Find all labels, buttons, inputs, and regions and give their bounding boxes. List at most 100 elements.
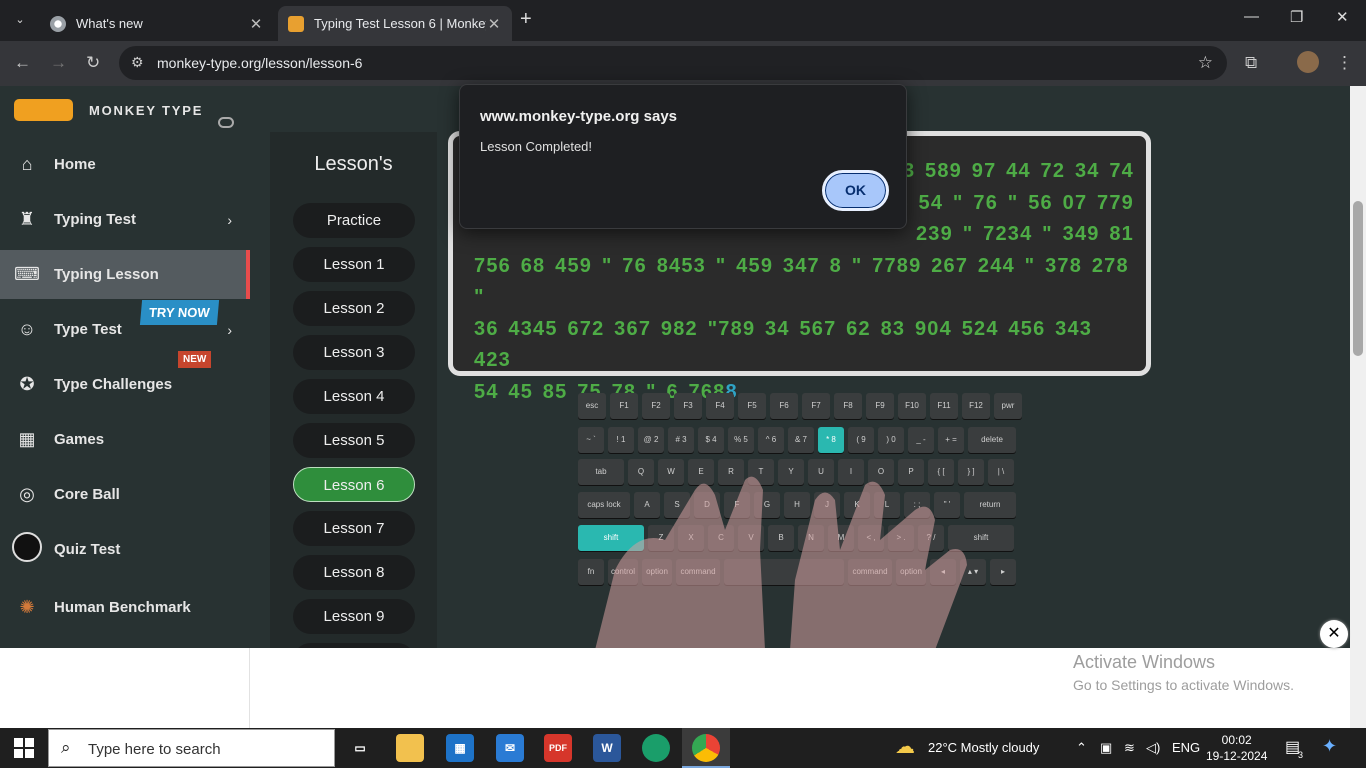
windows-start-icon[interactable] <box>14 738 34 758</box>
copilot-icon[interactable]: ✦ <box>1322 736 1337 757</box>
back-icon[interactable]: ← <box>14 53 31 73</box>
taskbar-search[interactable]: ⌕ Type here to search <box>48 729 335 767</box>
monkey-logo-icon[interactable] <box>14 99 73 121</box>
sidebar-item-core-ball[interactable]: ◎ Core Ball <box>0 470 250 519</box>
wifi-icon[interactable]: ≋ <box>1124 740 1135 756</box>
close-window-icon[interactable]: ✕ <box>1336 8 1349 26</box>
close-ad-icon[interactable]: ✕ <box>1320 620 1348 648</box>
tab-whats-new[interactable]: What's new ✕ <box>40 6 274 41</box>
browser-toolbar: ← → ↻ ⚙ monkey-type.org/lesson/lesson-6 … <box>0 41 1366 86</box>
page-scrollbar[interactable] <box>1350 86 1366 728</box>
sidebar-item-quiz-test[interactable]: Quiz Test <box>0 525 250 574</box>
tab-search-dropdown-icon[interactable]: ⌄ <box>8 8 32 32</box>
lesson-button-1[interactable]: Lesson 1 <box>293 247 415 282</box>
key-f3: F3 <box>674 393 702 419</box>
sidebar-item-human-benchmark[interactable]: ✺ Human Benchmark <box>0 583 250 632</box>
key-h: H <box>784 492 810 518</box>
key-i: I <box>838 459 864 485</box>
clock[interactable]: 00:02 19-12-2024 <box>1206 732 1267 764</box>
extensions-icon[interactable]: ⧉ <box>1245 53 1257 73</box>
site-info-icon[interactable]: ⚙ <box>131 54 144 71</box>
key-0: ) 0 <box>878 427 904 453</box>
microsoft-store-icon[interactable]: ▦ <box>446 734 474 762</box>
key-symbol: " ' <box>934 492 960 518</box>
key-f6: F6 <box>770 393 798 419</box>
new-tab-button[interactable]: + <box>520 8 532 31</box>
sidebar-item-label: Typing Test <box>54 211 136 228</box>
sidebar: MONKEY TYPE ⌂ Home ♜ Typing Test › ⌨ Typ… <box>0 86 250 648</box>
text-line: 36 4345 672 367 982 "789 34 567 62 83 90… <box>474 317 1093 372</box>
notification-count: 3 <box>1298 750 1304 760</box>
sidebar-item-games[interactable]: ▦ Games <box>0 415 250 464</box>
task-view-icon[interactable]: ▭ <box>346 734 374 762</box>
scrollbar-thumb[interactable] <box>1353 201 1363 356</box>
sidebar-item-typing-test[interactable]: ♜ Typing Test › <box>0 195 250 244</box>
trophy-icon: ♜ <box>18 209 36 229</box>
lesson-button-9[interactable]: Lesson 9 <box>293 599 415 634</box>
key-q: Q <box>628 459 654 485</box>
sidebar-item-typing-lesson[interactable]: ⌨ Typing Lesson <box>0 250 250 299</box>
key-symbol: < , <box>858 525 884 551</box>
key-space <box>724 559 844 585</box>
mail-icon[interactable]: ✉ <box>496 734 524 762</box>
show-hidden-icons-icon[interactable]: ⌃ <box>1076 740 1087 756</box>
key-symbol: ◂ <box>930 559 956 585</box>
weather-text[interactable]: 22°C Mostly cloudy <box>928 740 1039 755</box>
key-2: @ 2 <box>638 427 664 453</box>
url-text: monkey-type.org/lesson/lesson-6 <box>157 55 363 71</box>
volume-icon[interactable]: ◁) <box>1146 740 1160 756</box>
edge-icon[interactable] <box>642 734 670 762</box>
sidebar-item-label: Games <box>54 431 105 448</box>
clock-date: 19-12-2024 <box>1206 749 1268 763</box>
key-c: C <box>708 525 734 551</box>
key-f4: F4 <box>706 393 734 419</box>
sidebar-item-type-challenges[interactable]: ✪ Type Challenges NEW <box>0 351 250 409</box>
lesson-button-3[interactable]: Lesson 3 <box>293 335 415 370</box>
reload-icon[interactable]: ↻ <box>86 53 100 73</box>
meet-now-icon[interactable]: ▣ <box>1100 740 1112 756</box>
sidebar-item-type-test[interactable]: ☺ Type Test TRY NOW › <box>0 300 250 354</box>
keyboard-row: shift Z X C V B N M < , > .? / shift <box>578 525 1014 551</box>
sidebar-item-label: Home <box>54 156 96 173</box>
file-explorer-icon[interactable] <box>396 734 424 762</box>
keyboard-row: caps lock A S D F G H J K L: ; " ' return <box>578 492 1016 518</box>
theme-toggle-icon[interactable] <box>218 117 234 128</box>
lesson-button-5[interactable]: Lesson 5 <box>293 423 415 458</box>
key-f11: F11 <box>930 393 958 419</box>
lesson-button-4[interactable]: Lesson 4 <box>293 379 415 414</box>
lesson-button-6[interactable]: Lesson 6 <box>293 467 415 502</box>
key-x: X <box>678 525 704 551</box>
lesson-button-8[interactable]: Lesson 8 <box>293 555 415 590</box>
tab-close-icon[interactable]: ✕ <box>248 15 264 33</box>
chrome-taskbar-icon[interactable] <box>692 734 720 762</box>
address-bar[interactable]: ⚙ monkey-type.org/lesson/lesson-6 ☆ <box>119 46 1227 80</box>
lesson-button-7[interactable]: Lesson 7 <box>293 511 415 546</box>
pdf-app-icon[interactable]: PDF <box>544 734 572 762</box>
key-d: D <box>694 492 720 518</box>
key-5: % 5 <box>728 427 754 453</box>
key-f9: F9 <box>866 393 894 419</box>
key-command: command <box>848 559 892 585</box>
restore-icon[interactable]: ❐ <box>1290 8 1303 26</box>
key-tab: tab <box>578 459 624 485</box>
minimize-icon[interactable]: — <box>1244 8 1259 25</box>
forward-icon[interactable]: → <box>50 53 67 73</box>
tab-close-icon[interactable]: ✕ <box>486 15 502 33</box>
language-indicator[interactable]: ENG <box>1172 740 1200 755</box>
profile-avatar[interactable] <box>1297 51 1319 73</box>
key-6: ^ 6 <box>758 427 784 453</box>
key-shift: shift <box>578 525 644 551</box>
menu-kebab-icon[interactable]: ⋮ <box>1336 53 1353 73</box>
word-icon[interactable]: W <box>593 734 621 762</box>
sidebar-item-home[interactable]: ⌂ Home <box>0 140 250 189</box>
tab-typing-test[interactable]: Typing Test Lesson 6 | Monkey-T ✕ <box>278 6 512 41</box>
weather-icon[interactable]: ☁ <box>895 734 915 759</box>
new-badge: NEW <box>178 351 212 368</box>
key-symbol: ~ ` <box>578 427 604 453</box>
lesson-button-practice[interactable]: Practice <box>293 203 415 238</box>
ok-button[interactable]: OK <box>822 170 889 211</box>
tab-title: What's new <box>76 16 143 31</box>
lesson-button-2[interactable]: Lesson 2 <box>293 291 415 326</box>
bookmark-star-icon[interactable]: ☆ <box>1198 53 1213 73</box>
clock-time: 00:02 <box>1221 733 1252 747</box>
